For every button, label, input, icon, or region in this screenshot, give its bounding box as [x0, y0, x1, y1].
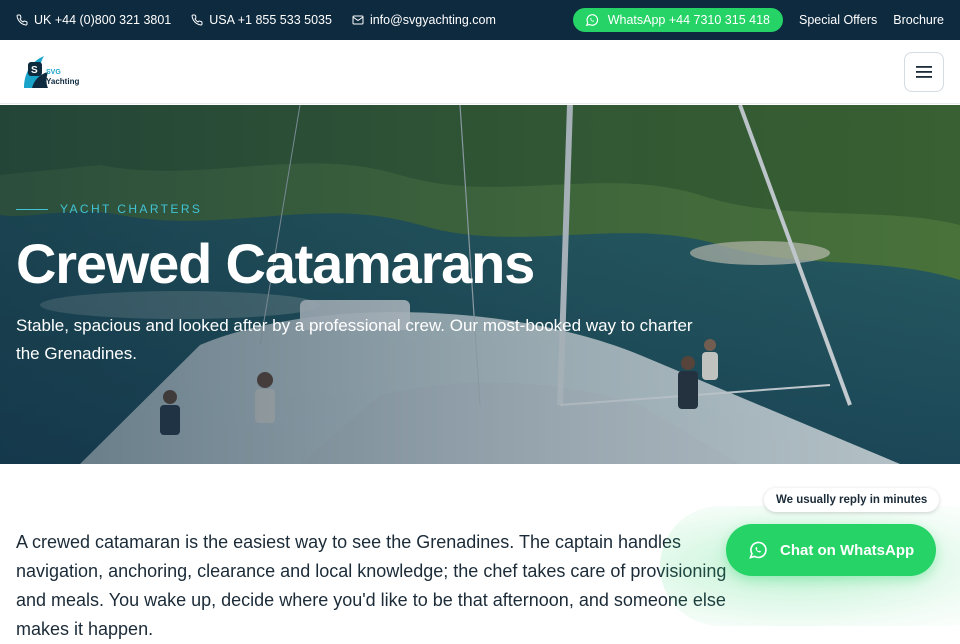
topbar-actions: WhatsApp +44 7310 315 418 Special Offers…: [572, 8, 944, 32]
page-title: Crewed Catamarans: [16, 232, 535, 295]
site-header: S SVG Yachting: [0, 40, 960, 104]
email-link[interactable]: info@svgyachting.com: [352, 13, 496, 27]
hero-section: YACHT CHARTERS Crewed Catamarans Stable,…: [0, 105, 960, 464]
hamburger-menu-icon: [916, 66, 932, 78]
phone-icon: [191, 14, 203, 26]
email-text: info@svgyachting.com: [369, 13, 496, 27]
whatsapp-top-label: WhatsApp +44 7310 315 418: [607, 13, 770, 27]
chat-on-whatsapp-button[interactable]: Chat on WhatsApp: [726, 524, 936, 576]
eyebrow-line: [16, 208, 48, 210]
usa-phone-text: USA +1 855 533 5035: [209, 13, 332, 27]
brochure-link[interactable]: Brochure: [893, 13, 944, 27]
hero-eyebrow: YACHT CHARTERS: [16, 202, 202, 216]
eyebrow-text: YACHT CHARTERS: [60, 202, 203, 216]
whatsapp-icon: [585, 14, 598, 27]
top-utility-bar: UK +44 (0)800 321 3801 USA +1 855 533 50…: [0, 0, 960, 40]
uk-phone-text: UK +44 (0)800 321 3801: [34, 13, 172, 27]
mail-icon: [352, 15, 364, 25]
intro-paragraph: A crewed catamaran is the easiest way to…: [16, 532, 727, 639]
whatsapp-icon: [749, 541, 767, 559]
logo-word-top: SVG: [46, 69, 61, 76]
special-offers-link[interactable]: Special Offers: [799, 13, 877, 27]
usa-phone-link[interactable]: USA +1 855 533 5035: [191, 13, 332, 27]
phone-icon: [16, 14, 28, 26]
uk-phone-link[interactable]: UK +44 (0)800 321 3801: [16, 13, 171, 27]
contact-links: UK +44 (0)800 321 3801 USA +1 855 533 50…: [16, 13, 516, 27]
svg-text:S: S: [31, 65, 38, 76]
chat-button-label: Chat on WhatsApp: [780, 541, 915, 559]
hero-subtitle: Stable, spacious and looked after by a p…: [16, 316, 693, 363]
menu-button[interactable]: [904, 52, 944, 92]
logo-word-bottom: Yachting: [46, 77, 80, 86]
whatsapp-top-button[interactable]: WhatsApp +44 7310 315 418: [572, 8, 783, 32]
reply-time-bubble: We usually reply in minutes: [764, 488, 940, 512]
